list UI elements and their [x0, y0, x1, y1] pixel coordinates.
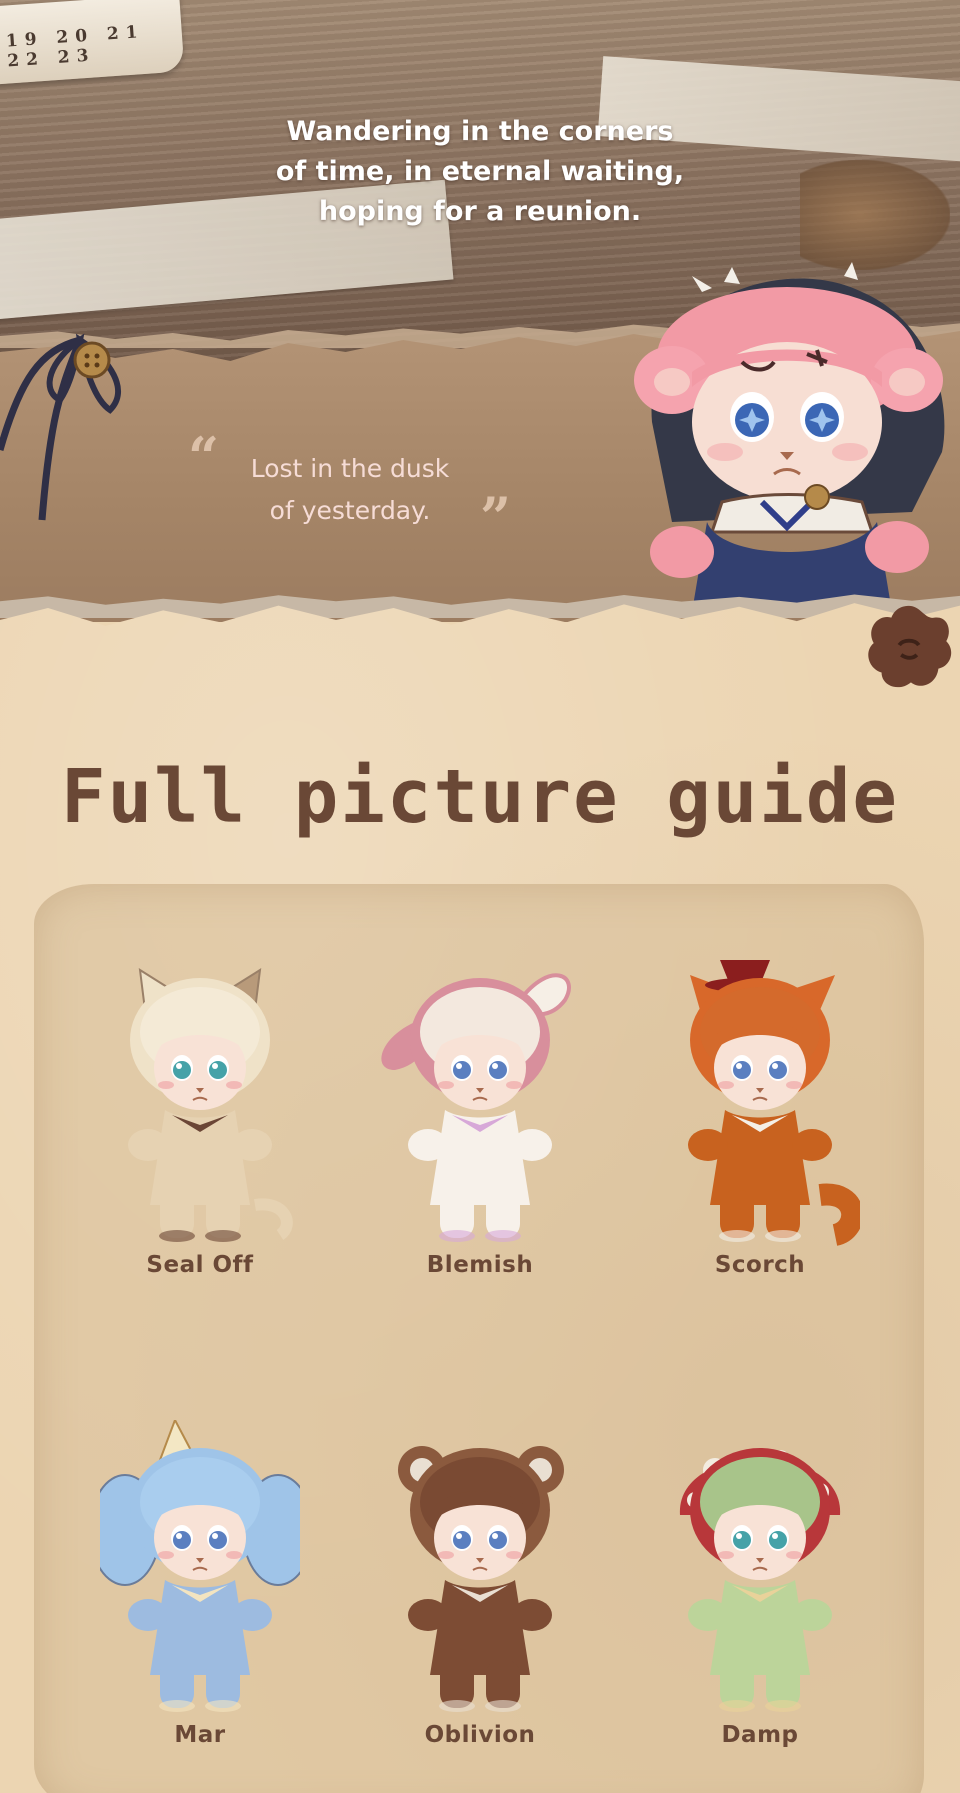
character-figure	[398, 1446, 564, 1712]
character-card-seal-off: Seal Off	[60, 940, 340, 1410]
character-name: Mar	[174, 1722, 226, 1748]
character-figure	[100, 1420, 300, 1712]
quote-line-1: Lost in the dusk	[250, 454, 450, 483]
character-grid: Seal Off Blemish Scorch Mar Oblivion Dam…	[60, 940, 900, 1780]
tagline-line-3: hoping for a reunion.	[318, 196, 642, 227]
character-name: Oblivion	[424, 1722, 536, 1748]
character-card-scorch: Scorch	[620, 940, 900, 1410]
character-card-oblivion: Oblivion	[340, 1410, 620, 1793]
hero-tagline: Wandering in the corners of time, in ete…	[0, 112, 960, 232]
flower-button-icon	[868, 605, 952, 688]
character-figure	[381, 973, 571, 1242]
character-figure	[128, 968, 293, 1242]
tape-measure-numbers: 19 20 21 22 23	[5, 21, 146, 72]
character-name: Damp	[721, 1722, 799, 1748]
tagline-line-1: Wandering in the corners	[286, 116, 674, 147]
quote-text: Lost in the dusk of yesterday.	[220, 448, 480, 532]
open-quote-icon: “	[188, 425, 220, 489]
ribbon-bow-icon	[0, 333, 122, 521]
quote-line-2: of yesterday.	[269, 496, 431, 525]
character-figure	[679, 1448, 841, 1712]
character-name: Seal Off	[146, 1252, 254, 1278]
tagline-line-2: of time, in eternal waiting,	[275, 156, 685, 187]
character-name: Blemish	[426, 1252, 534, 1278]
character-figure	[688, 960, 860, 1246]
pink-lamb-doll-illustration	[634, 262, 945, 612]
close-quote-icon: ”	[480, 485, 512, 549]
character-card-damp: Damp	[620, 1410, 900, 1793]
character-name: Scorch	[714, 1252, 806, 1278]
section-title: Full picture guide	[61, 754, 899, 840]
character-card-blemish: Blemish	[340, 940, 620, 1410]
quote-block: “ Lost in the dusk of yesterday. ”	[180, 425, 520, 544]
tape-measure-decoration: 19 20 21 22 23	[0, 0, 185, 85]
product-page: 19 20 21 22 23 Wandering in the corners …	[0, 0, 960, 1793]
character-card-mar: Mar	[60, 1410, 340, 1793]
